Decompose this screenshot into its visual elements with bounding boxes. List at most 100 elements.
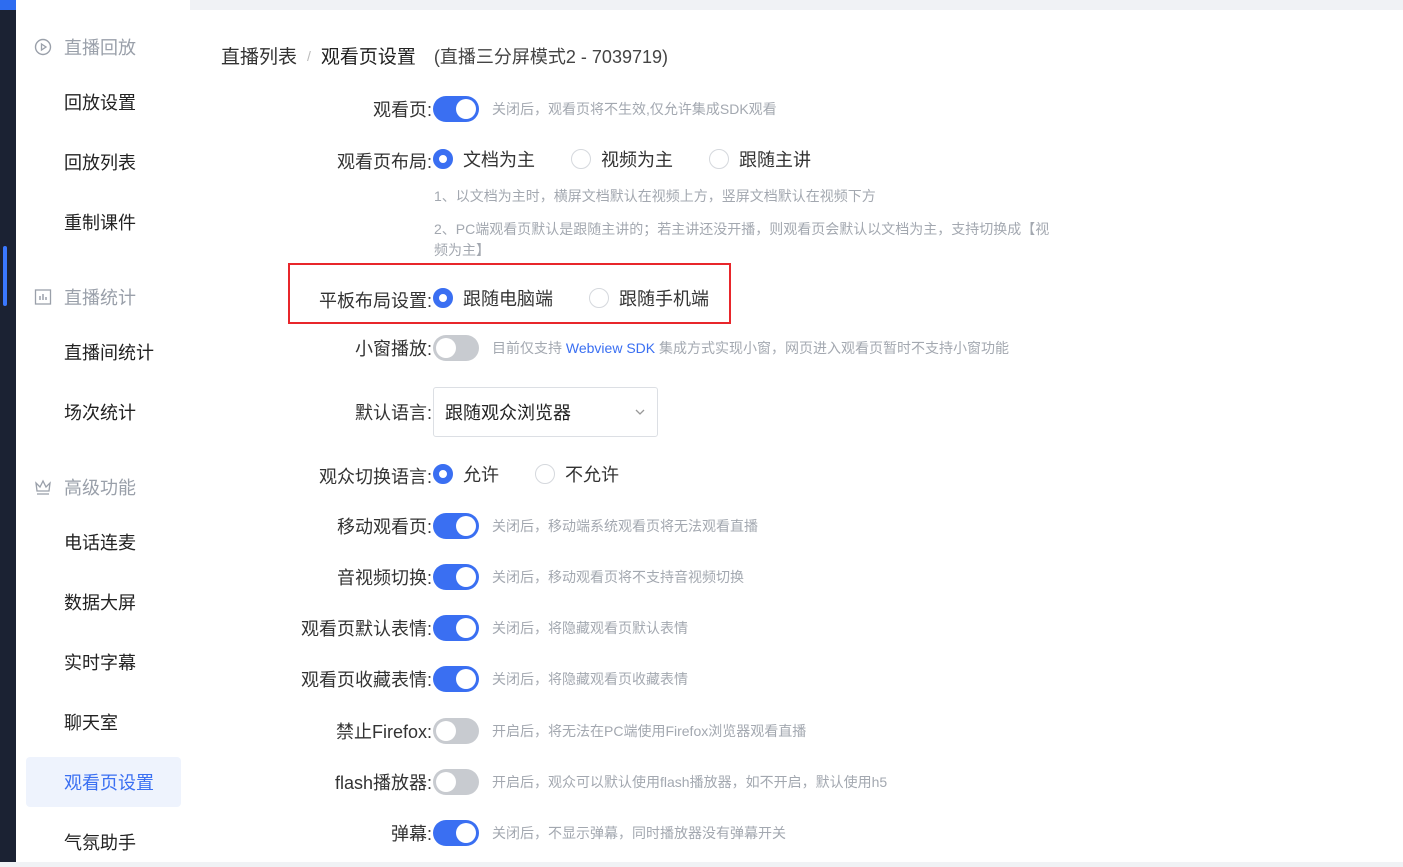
nav-group-replay[interactable]: 直播回放 (34, 34, 136, 60)
breadcrumb-root-link[interactable]: 直播列表 (221, 42, 297, 69)
field-label: flash播放器: (334, 773, 432, 793)
sidebar: 直播回放 回放设置 回放列表 重制课件 直播统计 直播间统计 场次统计 高级功能… (16, 0, 190, 862)
form-row-firefox: 禁止Firefox: 开启后，将无法在PC端使用Firefox浏览器观看直播 (190, 718, 806, 744)
field-label: 默认语言: (354, 403, 432, 423)
radio-dot (433, 288, 453, 308)
chevron-down-icon (635, 409, 645, 415)
sidebar-item-data-screen[interactable]: 数据大屏 (26, 577, 181, 627)
crown-icon (34, 478, 52, 496)
field-hint: 关闭后，将隐藏观看页默认表情 (492, 620, 688, 636)
mobile-page-toggle[interactable] (433, 513, 479, 539)
page-subtitle: (直播三分屏模式2 - 7039719) (433, 46, 668, 67)
form-row-mini-window: 小窗播放: 目前仅支持 Webview SDK 集成方式实现小窗，网页进入观看页… (190, 335, 1009, 361)
nav-group-advanced[interactable]: 高级功能 (34, 474, 136, 500)
default-emoji-toggle[interactable] (433, 615, 479, 641)
sidebar-item-chatroom[interactable]: 聊天室 (26, 697, 181, 747)
breadcrumb-current: 观看页设置 (320, 47, 416, 68)
form-row-language: 默认语言: 跟随观众浏览器 (190, 387, 658, 437)
form-row-default-emoji: 观看页默认表情: 关闭后，将隐藏观看页默认表情 (190, 615, 688, 641)
switch-language-allow[interactable]: 允许 (433, 461, 499, 487)
main-panel: 直播列表 / 观看页设置 (直播三分屏模式2 - 7039719) 观看页: 关… (190, 10, 1403, 862)
layout-note-1: 1、以文档为主时，横屏文档默认在视频上方，竖屏文档默认在视频下方 (434, 188, 876, 204)
nav-group-label: 直播回放 (64, 38, 136, 58)
form-row-av-switch: 音视频切换: 关闭后，移动观看页将不支持音视频切换 (190, 564, 744, 590)
firefox-toggle[interactable] (433, 718, 479, 744)
radio-label: 不允许 (565, 465, 619, 485)
radio-dot (709, 149, 729, 169)
radio-dot (589, 288, 609, 308)
watch-page-toggle[interactable] (433, 96, 479, 122)
danmu-toggle[interactable] (433, 820, 479, 846)
nav-group-label: 直播统计 (64, 288, 136, 308)
layout-option-document[interactable]: 文档为主 (433, 146, 535, 172)
breadcrumb: 直播列表 / 观看页设置 (直播三分屏模式2 - 7039719) (221, 42, 668, 69)
tablet-option-follow-pc[interactable]: 跟随电脑端 (433, 285, 553, 311)
radio-label: 视频为主 (601, 150, 673, 170)
field-label: 音视频切换: (336, 568, 432, 588)
field-label: 观看页默认表情: (300, 619, 432, 639)
field-hint: 开启后，将无法在PC端使用Firefox浏览器观看直播 (492, 723, 807, 739)
nav-group-stats[interactable]: 直播统计 (34, 284, 136, 310)
field-label: 观看页布局: (336, 152, 432, 172)
sidebar-item-label: 直播间统计 (64, 343, 154, 363)
radio-label: 跟随主讲 (739, 150, 811, 170)
sidebar-item-label: 实时字幕 (64, 653, 136, 673)
sidebar-item-session-stats[interactable]: 场次统计 (26, 387, 181, 437)
language-select[interactable]: 跟随观众浏览器 (433, 387, 658, 437)
sidebar-item-atmosphere-assistant[interactable]: 气氛助手 (26, 817, 181, 867)
sidebar-item-live-subtitles[interactable]: 实时字幕 (26, 637, 181, 687)
sidebar-item-room-stats[interactable]: 直播间统计 (26, 327, 181, 377)
sidebar-item-label: 回放列表 (64, 153, 136, 173)
radio-label: 跟随手机端 (619, 289, 709, 309)
av-switch-toggle[interactable] (433, 564, 479, 590)
sidebar-item-label: 重制课件 (64, 213, 136, 233)
tablet-option-follow-mobile[interactable]: 跟随手机端 (589, 285, 709, 311)
field-hint: 关闭后，不显示弹幕，同时播放器没有弹幕开关 (492, 825, 786, 841)
breadcrumb-separator: / (307, 47, 311, 64)
field-label: 移动观看页: (336, 517, 432, 537)
form-row-fav-emoji: 观看页收藏表情: 关闭后，将隐藏观看页收藏表情 (190, 666, 688, 692)
sidebar-item-phone-mic[interactable]: 电话连麦 (26, 517, 181, 567)
field-label: 禁止Firefox: (335, 722, 432, 742)
form-row-mobile-page: 移动观看页: 关闭后，移动端系统观看页将无法观看直播 (190, 513, 758, 539)
sidebar-item-replay-settings[interactable]: 回放设置 (26, 77, 181, 127)
form-row-flash: flash播放器: 开启后，观众可以默认使用flash播放器，如不开启，默认使用… (190, 769, 887, 795)
layout-note-2: 2、PC端观看页默认是跟随主讲的；若主讲还没开播，则观看页会默认以文档为主，支持… (434, 221, 1050, 258)
field-hint: 关闭后，移动端系统观看页将无法观看直播 (492, 518, 758, 534)
radio-label: 文档为主 (463, 150, 535, 170)
sidebar-item-label: 气氛助手 (64, 833, 136, 853)
mini-window-toggle[interactable] (433, 335, 479, 361)
field-label: 平板布局设置: (318, 291, 432, 311)
fav-emoji-toggle[interactable] (433, 666, 479, 692)
field-label: 观看页: (372, 100, 432, 120)
hint-text: 目前仅支持 (492, 340, 566, 356)
radio-label: 跟随电脑端 (463, 289, 553, 309)
field-hint: 目前仅支持 Webview SDK 集成方式实现小窗，网页进入观看页暂时不支持小… (492, 338, 1009, 358)
hint-text: 集成方式实现小窗，网页进入观看页暂时不支持小窗功能 (655, 340, 1009, 356)
layout-option-video[interactable]: 视频为主 (571, 146, 673, 172)
layout-option-follow-speaker[interactable]: 跟随主讲 (709, 146, 811, 172)
form-row-tablet-layout: 平板布局设置: 跟随电脑端 跟随手机端 (190, 283, 745, 313)
nav-group-label: 高级功能 (64, 478, 136, 498)
sidebar-item-watch-page-settings[interactable]: 观看页设置 (26, 757, 181, 807)
field-hint: 关闭后，观看页将不生效,仅允许集成SDK观看 (492, 101, 777, 117)
flash-toggle[interactable] (433, 769, 479, 795)
bar-chart-icon (34, 288, 52, 306)
sidebar-item-replay-list[interactable]: 回放列表 (26, 137, 181, 187)
sidebar-item-label: 回放设置 (64, 93, 136, 113)
webview-sdk-link[interactable]: Webview SDK (566, 340, 655, 356)
field-label: 观众切换语言: (318, 467, 432, 487)
sidebar-item-label: 数据大屏 (64, 593, 136, 613)
sidebar-item-remake-courseware[interactable]: 重制课件 (26, 197, 181, 247)
field-hint: 关闭后，移动观看页将不支持音视频切换 (492, 569, 744, 585)
field-hint: 开启后，观众可以默认使用flash播放器，如不开启，默认使用h5 (492, 774, 888, 790)
rail-active-indicator (3, 246, 7, 306)
switch-language-deny[interactable]: 不允许 (535, 461, 619, 487)
radio-dot (535, 464, 555, 484)
form-row-watch-page: 观看页: 关闭后，观看页将不生效,仅允许集成SDK观看 (190, 96, 777, 122)
field-label: 小窗播放: (354, 339, 432, 359)
radio-dot (433, 149, 453, 169)
form-row-layout: 观看页布局: 文档为主 视频为主 跟随主讲 (190, 144, 847, 174)
sidebar-item-label: 观看页设置 (64, 773, 154, 793)
sidebar-item-label: 场次统计 (64, 403, 136, 423)
